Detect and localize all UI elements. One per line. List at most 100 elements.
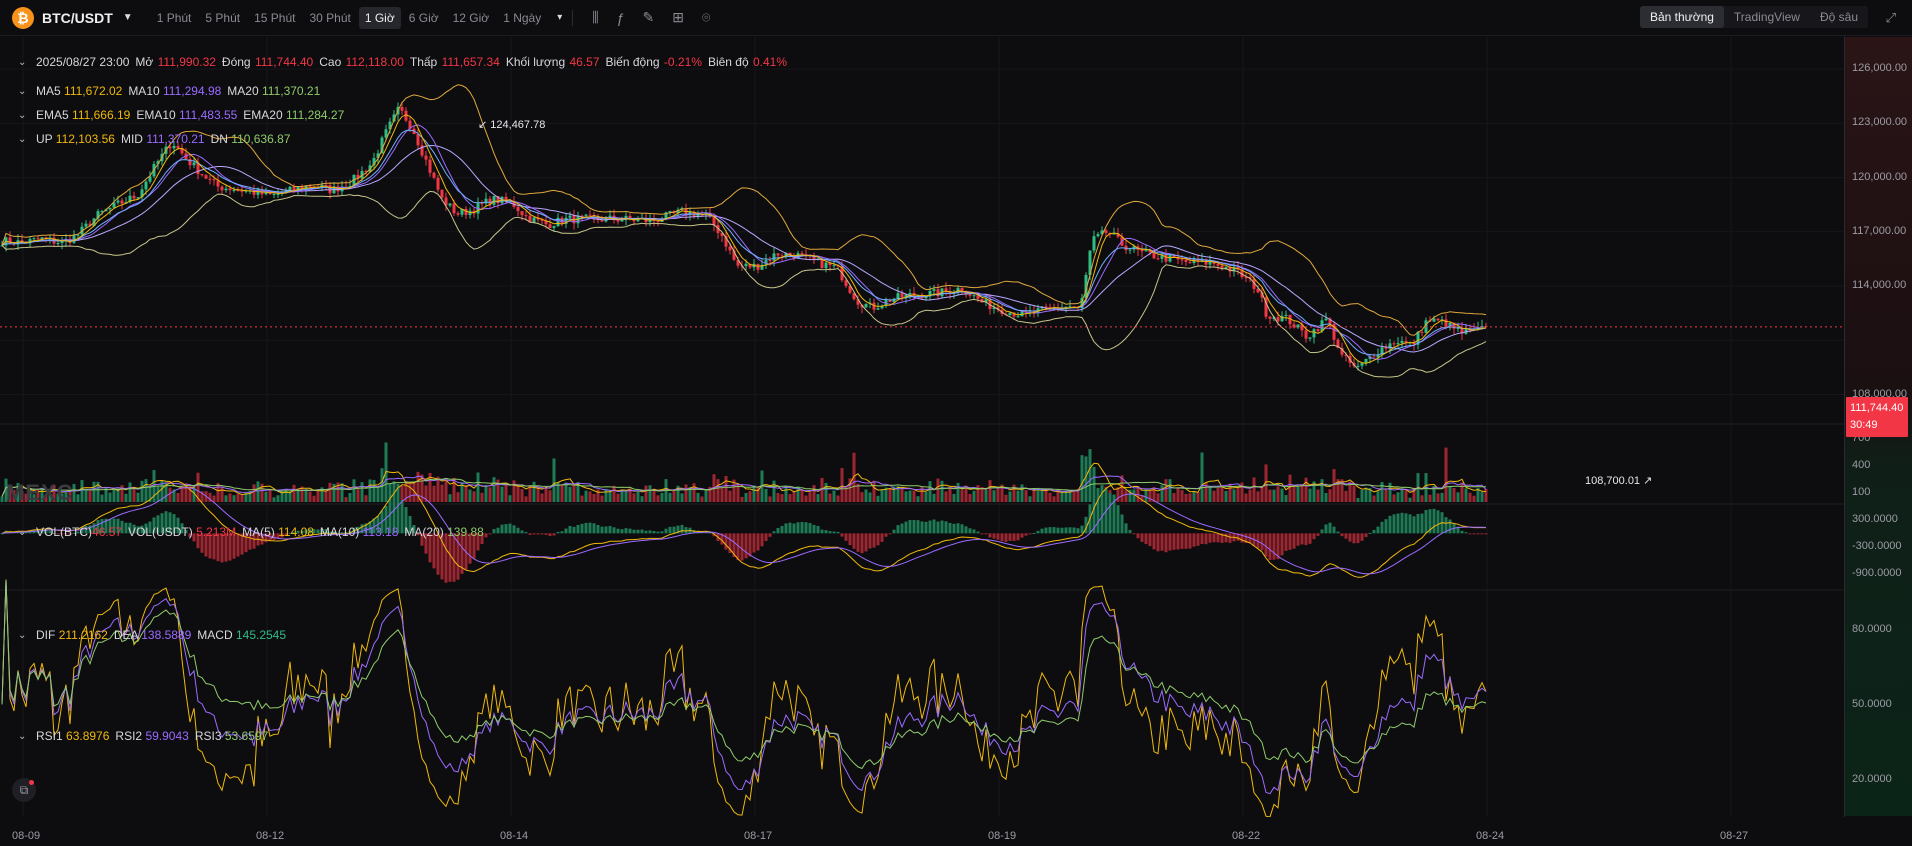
view-mode-tab[interactable]: Bản thường bbox=[1639, 6, 1724, 28]
volume-bar bbox=[1232, 489, 1236, 502]
macd-bar bbox=[512, 525, 516, 534]
macd-bar bbox=[744, 533, 748, 559]
volume-bar bbox=[136, 492, 140, 502]
volume-bar bbox=[1400, 487, 1404, 502]
view-mode-tabs: Bản thường TradingView Độ sâu bbox=[1639, 6, 1868, 28]
chevron-down-icon[interactable]: ▼ bbox=[123, 12, 133, 23]
chevron-down-icon[interactable]: ⌄ bbox=[18, 86, 30, 97]
macd-bar bbox=[976, 531, 980, 534]
macd-bar bbox=[748, 533, 752, 557]
vol-btc-value: 46.57 bbox=[92, 525, 123, 539]
view-mode-tab[interactable]: TradingView bbox=[1724, 6, 1810, 28]
volume-bar bbox=[1364, 487, 1368, 502]
interval-tab[interactable]: 12 Giờ bbox=[447, 7, 496, 29]
layout-grid-icon[interactable]: ⊞ bbox=[672, 9, 684, 26]
interval-tab[interactable]: 30 Phút bbox=[303, 7, 356, 29]
volume-bar bbox=[1080, 455, 1084, 502]
volume-bar bbox=[804, 495, 808, 502]
volume-bar bbox=[528, 486, 532, 502]
macd-bar bbox=[1416, 513, 1420, 534]
interval-tab[interactable]: 1 Phút bbox=[151, 7, 198, 29]
volume-bar bbox=[236, 493, 240, 502]
volume-bar bbox=[476, 472, 480, 502]
macd-bar bbox=[1096, 488, 1100, 534]
rsi1-label: RSI1 bbox=[36, 729, 63, 743]
view-mode-tab[interactable]: Độ sâu bbox=[1810, 6, 1868, 28]
macd-bar bbox=[768, 533, 772, 537]
volume-bar bbox=[1248, 489, 1252, 502]
candle-body bbox=[656, 221, 660, 223]
chevron-down-icon[interactable]: ⌄ bbox=[18, 57, 30, 68]
macd-bar bbox=[620, 529, 624, 534]
chevron-down-icon[interactable]: ⌄ bbox=[18, 527, 30, 538]
candle-body bbox=[960, 287, 964, 291]
volume-bar bbox=[360, 482, 364, 502]
candle-body bbox=[232, 190, 236, 192]
interval-more-icon[interactable]: ▾ bbox=[557, 12, 562, 23]
chevron-down-icon[interactable]: ⌄ bbox=[18, 630, 30, 641]
volume-bar bbox=[1300, 485, 1304, 502]
macd-bar bbox=[1004, 533, 1008, 542]
chevron-down-icon[interactable]: ⌄ bbox=[18, 110, 30, 121]
volume-bar bbox=[572, 484, 576, 502]
vol-ma5-label: MA(5) bbox=[242, 525, 275, 539]
volume-bar bbox=[452, 477, 456, 502]
draw-pencil-icon[interactable]: ✎ bbox=[643, 9, 655, 26]
interval-tab[interactable]: 5 Phút bbox=[199, 7, 246, 29]
candle-body bbox=[1184, 259, 1188, 262]
macd-bar bbox=[572, 526, 576, 534]
macd-tick-label: -900.0000 bbox=[1852, 567, 1902, 580]
volume-bar bbox=[764, 488, 768, 502]
pair-selector[interactable]: BTC/USDT bbox=[42, 10, 113, 26]
candle-type-icon[interactable]: ⫼ bbox=[592, 9, 598, 26]
volume-bar bbox=[400, 485, 404, 502]
macd-bar bbox=[540, 533, 544, 535]
volume-bar bbox=[540, 493, 544, 502]
price-tick-label: 123,000.00 bbox=[1852, 116, 1908, 129]
time-axis-label: 08-14 bbox=[500, 830, 529, 842]
volume-bar bbox=[936, 478, 940, 502]
candle-body bbox=[1312, 329, 1316, 338]
vol-ma10-label: MA(10) bbox=[319, 525, 360, 539]
chevron-down-icon[interactable]: ⌄ bbox=[18, 134, 30, 145]
macd-bar bbox=[640, 529, 644, 534]
vol-ma5-value: 114.08 bbox=[278, 525, 314, 539]
ema20-value: 111,284.27 bbox=[286, 108, 345, 122]
volume-bar bbox=[888, 488, 892, 502]
macd-bar bbox=[1228, 533, 1232, 543]
volume-bar bbox=[780, 494, 784, 502]
macd-bar bbox=[908, 519, 912, 534]
volume-bar bbox=[728, 490, 732, 502]
macd-bar bbox=[1372, 529, 1376, 534]
volume-bar bbox=[1344, 490, 1348, 502]
volume-bar bbox=[1380, 482, 1384, 502]
chart-canvas[interactable] bbox=[0, 37, 1844, 817]
macd-bar bbox=[684, 527, 688, 534]
macd-bar bbox=[936, 521, 940, 534]
volume-bar bbox=[1068, 491, 1072, 502]
chevron-down-icon[interactable]: ⌄ bbox=[18, 731, 30, 742]
macd-bar bbox=[496, 527, 500, 534]
indicator-fx-icon[interactable]: ƒ bbox=[617, 10, 625, 26]
macd-bar bbox=[1284, 533, 1288, 551]
fullscreen-icon[interactable]: ⤢ bbox=[1886, 10, 1896, 26]
interval-tab[interactable]: 1 Giờ bbox=[358, 6, 401, 29]
interval-tab[interactable]: 6 Giờ bbox=[403, 7, 445, 29]
macd-bar bbox=[576, 524, 580, 534]
interval-tab[interactable]: 1 Ngày bbox=[497, 7, 547, 29]
macd-bar bbox=[912, 520, 916, 534]
candle-body bbox=[824, 262, 828, 269]
macd-bar bbox=[680, 524, 684, 534]
price-tick-label: 126,000.00 bbox=[1852, 62, 1908, 75]
layout-settings-icon[interactable]: ⧉ bbox=[12, 778, 36, 802]
macd-bar bbox=[968, 528, 972, 534]
interval-tab[interactable]: 15 Phút bbox=[248, 7, 301, 29]
volume-bar bbox=[784, 485, 788, 502]
volume-bar bbox=[604, 488, 608, 502]
macd-bar bbox=[848, 533, 852, 546]
macd-bar bbox=[840, 533, 844, 537]
macd-tick-label: -300.0000 bbox=[1852, 540, 1902, 552]
macd-bar bbox=[1060, 527, 1064, 534]
camera-icon[interactable]: ⌾ bbox=[702, 9, 710, 26]
candle-body bbox=[844, 280, 848, 286]
